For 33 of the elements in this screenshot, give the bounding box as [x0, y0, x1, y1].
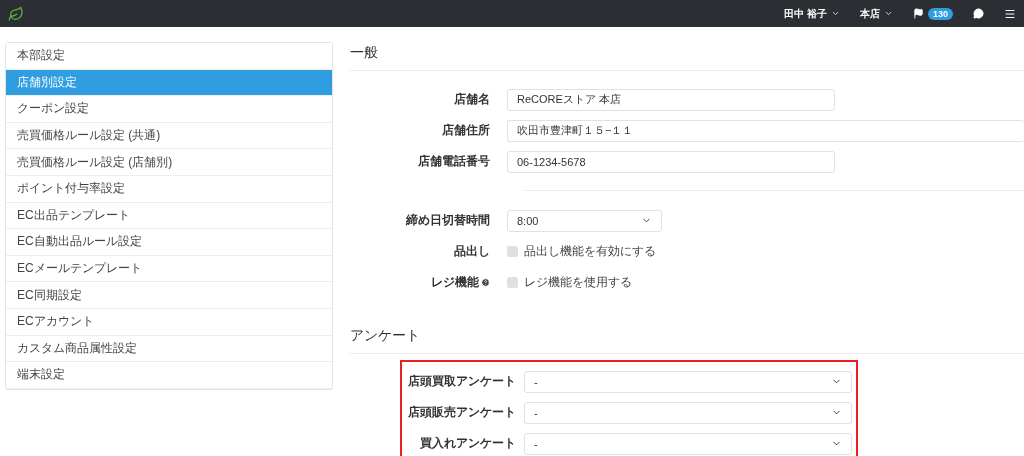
- store-menu[interactable]: 本店: [859, 6, 893, 21]
- select-field[interactable]: -: [524, 432, 852, 455]
- field-label: レジ機能: [431, 274, 479, 291]
- field-label: 品出し: [454, 243, 490, 260]
- section-title: アンケート: [350, 325, 1024, 354]
- checkbox-label: レジ機能を使用する: [524, 274, 632, 291]
- field-label: 店舗住所: [441, 122, 491, 139]
- section-title: 一般: [350, 42, 1024, 71]
- select-field[interactable]: -: [524, 401, 852, 424]
- field-label: 締め日切替時間: [405, 212, 491, 229]
- field-label: 店頭買取アンケート: [407, 373, 517, 390]
- menu-icon[interactable]: [1004, 7, 1016, 20]
- select-field[interactable]: 8:00: [507, 209, 662, 232]
- select-field[interactable]: -: [524, 370, 852, 393]
- checkbox[interactable]: [507, 246, 518, 257]
- flag-icon[interactable]: [912, 8, 924, 19]
- help-icon[interactable]: [481, 278, 490, 287]
- chat-icon[interactable]: [973, 8, 984, 19]
- field-label: 店舗名: [453, 91, 491, 108]
- text-field[interactable]: ReCOREストア 本店: [507, 88, 835, 111]
- checkbox[interactable]: [507, 277, 518, 288]
- sidebar-item[interactable]: 本部設定: [6, 43, 332, 70]
- notification-count: 130: [927, 7, 953, 20]
- field-label: 店舗電話番号: [417, 153, 491, 170]
- text-field[interactable]: 吹田市豊津町１５−１１: [507, 119, 1024, 142]
- chevron-down-icon: [883, 9, 893, 18]
- field-label: 店頭販売アンケート: [407, 404, 517, 421]
- checkbox-label: 品出し機能を有効にする: [524, 243, 656, 260]
- leaf-logo-icon: [8, 5, 24, 22]
- chevron-down-icon: [830, 9, 840, 18]
- text-field[interactable]: 06-1234-5678: [507, 150, 835, 173]
- field-label: 買入れアンケート: [419, 435, 517, 452]
- user-menu[interactable]: 田中 裕子: [784, 6, 840, 21]
